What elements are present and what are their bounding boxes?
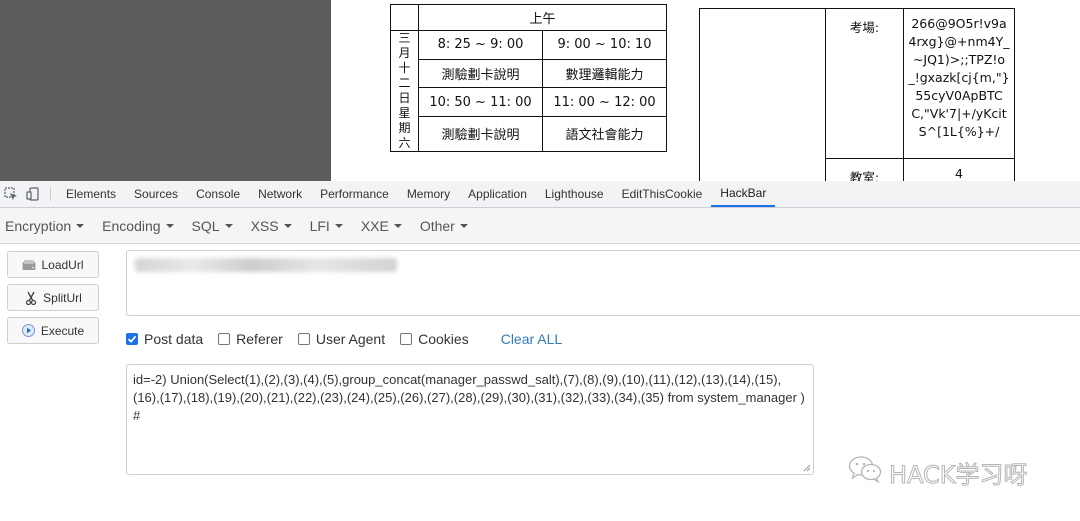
cookies-label: Cookies (418, 331, 469, 347)
play-icon (22, 324, 36, 338)
tab-performance[interactable]: Performance (311, 181, 398, 207)
venue-label: 考場: (825, 8, 904, 159)
post-data-label: Post data (144, 331, 204, 347)
post-data-text: id=-2) Union(Select(1),(2),(3),(4),(5),g… (133, 372, 809, 423)
screen: 上午 三月十二日星期六 8: 25 ~ 9: 00 9: 00 ~ 10: 10… (0, 0, 1080, 521)
exam-info-table: 考場: 266@9O5r!v9a4rxg}@+nm4Y_~JQ1)>;;TPZ!… (699, 8, 1015, 181)
schedule-day-label: 三月十二日星期六 (390, 30, 419, 152)
request-options: Post data Referer User Agent Cookies Cle… (126, 330, 562, 348)
tab-hackbar[interactable]: HackBar (711, 181, 776, 207)
chevron-down-icon (283, 223, 292, 228)
menu-label: Encoding (102, 217, 161, 234)
post-data-option[interactable]: Post data (126, 331, 203, 347)
schedule-corner (390, 4, 419, 31)
url-input[interactable] (126, 250, 1080, 316)
menu-other[interactable]: Other (420, 218, 468, 234)
schedule-cell: 語文社會能力 (542, 115, 667, 153)
menu-label: Other (419, 217, 455, 234)
schedule-cell: 9: 00 ~ 10: 10 (542, 30, 667, 60)
split-url-button[interactable]: SplitUrl (7, 284, 99, 311)
chevron-down-icon (334, 223, 343, 228)
disk-icon (22, 258, 36, 272)
tab-editthiscookie[interactable]: EditThisCookie (613, 181, 712, 207)
execute-label: Execute (40, 323, 85, 338)
tab-lighthouse[interactable]: Lighthouse (536, 181, 613, 207)
menu-sql[interactable]: SQL (192, 218, 233, 234)
watermark-text: HACK学习呀 (889, 461, 1029, 490)
menu-label: LFI (309, 217, 330, 234)
page-viewport: 上午 三月十二日星期六 8: 25 ~ 9: 00 9: 00 ~ 10: 10… (0, 0, 1080, 181)
redacted-url (135, 258, 397, 272)
menu-label: XSS (250, 217, 279, 234)
schedule-cell: 8: 25 ~ 9: 00 (418, 30, 543, 60)
tab-console[interactable]: Console (187, 181, 249, 207)
schedule-cell: 測驗劃卡說明 (418, 58, 543, 89)
inspect-element-icon[interactable] (0, 181, 22, 207)
tab-sources[interactable]: Sources (125, 181, 187, 207)
schedule-cell: 11: 00 ~ 12: 00 (542, 87, 667, 117)
resize-grip-icon[interactable] (803, 464, 811, 472)
post-data-checkbox[interactable] (126, 333, 138, 345)
user-agent-checkbox[interactable] (297, 333, 310, 345)
chevron-down-icon (76, 223, 85, 228)
wechat-icon (848, 455, 882, 490)
room-value: 4 (903, 158, 1015, 181)
menu-xss[interactable]: XSS (251, 218, 292, 234)
referer-label: Referer (236, 331, 283, 347)
menu-encryption[interactable]: Encryption (5, 217, 85, 234)
clear-all-link[interactable]: Clear ALL (501, 331, 562, 347)
venue-value: 266@9O5r!v9a4rxg}@+nm4Y_~JQ1)>;;TPZ!o_!g… (903, 8, 1015, 159)
load-url-label: LoadUrl (41, 257, 84, 272)
menu-label: SQL (191, 217, 220, 234)
schedule-cell: 10: 50 ~ 11: 00 (418, 87, 543, 117)
hackbar-menubar: Encryption Encoding SQL XSS LFI XXE Othe… (0, 208, 1080, 244)
watermark: HACK学习呀 (848, 455, 1028, 490)
document-page: 上午 三月十二日星期六 8: 25 ~ 9: 00 9: 00 ~ 10: 10… (331, 0, 1080, 181)
chevron-down-icon (459, 223, 468, 228)
referer-option[interactable]: Referer (218, 331, 283, 347)
device-toolbar-icon[interactable] (22, 181, 44, 207)
cookies-checkbox[interactable] (400, 333, 413, 345)
day-label-text: 三月十二日星期六 (398, 31, 411, 150)
room-label: 教室: (825, 158, 904, 181)
tab-separator (50, 187, 51, 201)
menu-label: XXE (360, 217, 389, 234)
menu-lfi[interactable]: LFI (310, 218, 343, 234)
tab-network[interactable]: Network (249, 181, 311, 207)
tab-elements[interactable]: Elements (57, 181, 125, 207)
post-data-input[interactable]: id=-2) Union(Select(1),(2),(3),(4),(5),g… (126, 364, 814, 475)
referer-checkbox[interactable] (218, 333, 231, 345)
menu-encoding[interactable]: Encoding (102, 217, 174, 234)
schedule-cell: 測驗劃卡說明 (418, 115, 543, 153)
split-url-label: SplitUrl (43, 290, 82, 305)
user-agent-option[interactable]: User Agent (297, 331, 386, 347)
schedule-header: 上午 (418, 4, 667, 31)
devtools-tabbar: Elements Sources Console Network Perform… (0, 181, 1080, 208)
user-agent-label: User Agent (315, 331, 386, 347)
cookies-option[interactable]: Cookies (400, 331, 469, 347)
chevron-down-icon (165, 223, 174, 228)
chevron-down-icon (224, 223, 233, 228)
scissors-icon (24, 291, 38, 305)
tab-application[interactable]: Application (459, 181, 536, 207)
photo-cell (699, 8, 826, 181)
schedule-cell: 數理邏輯能力 (542, 58, 667, 89)
tab-memory[interactable]: Memory (398, 181, 459, 207)
chevron-down-icon (393, 223, 402, 228)
menu-xxe[interactable]: XXE (361, 218, 402, 234)
load-url-button[interactable]: LoadUrl (7, 251, 99, 278)
schedule-table: 上午 三月十二日星期六 8: 25 ~ 9: 00 9: 00 ~ 10: 10… (390, 4, 667, 153)
menu-label: Encryption (5, 217, 72, 234)
execute-button[interactable]: Execute (7, 317, 99, 344)
